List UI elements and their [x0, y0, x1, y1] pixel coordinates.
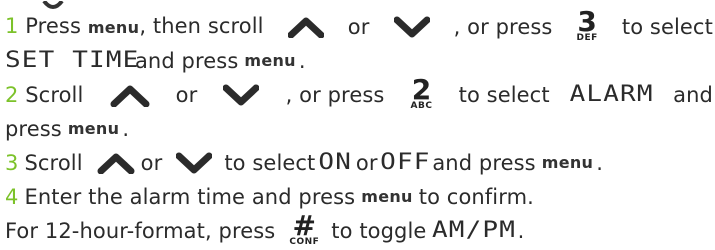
menu-key-label: menu	[244, 51, 296, 70]
step-text: and press	[134, 49, 239, 73]
step-text: or	[175, 83, 198, 107]
note-text: For 12-hour-format, press	[5, 219, 276, 243]
step-text: , then scroll	[139, 14, 264, 38]
step-number: 4	[5, 185, 19, 209]
step-2-line-1: 2 Scroll or , or press 2 ABC to select A…	[5, 73, 713, 112]
note-text: to toggle	[331, 219, 427, 243]
step-number: 1	[5, 14, 19, 38]
display-off: OFF	[379, 150, 431, 175]
step-text: to select	[458, 83, 550, 107]
chevron-up-icon	[287, 16, 324, 38]
step-text: or	[347, 15, 370, 39]
step-text: press	[5, 117, 62, 141]
display-word: AM/PM	[432, 218, 517, 243]
step-3-line: 3 Scroll or to select ON or OFF and pres…	[5, 146, 713, 180]
step-text: , or press	[453, 15, 553, 39]
menu-key-label: menu	[541, 153, 594, 172]
punctuation: .	[122, 117, 130, 141]
format-note-line: For 12-hour-format, press # CONF to togg…	[5, 209, 713, 248]
step-text: Scroll	[25, 83, 84, 107]
menu-key-label: menu	[67, 119, 120, 138]
step-text: , or press	[285, 83, 385, 107]
step-text: to select	[621, 15, 713, 39]
step-text: Scroll	[24, 151, 83, 175]
key-3-icon: 3 DEF	[576, 5, 598, 44]
step-text: or	[355, 151, 378, 175]
step-text: to confirm.	[418, 185, 534, 209]
chevron-down-icon	[223, 84, 260, 106]
step-text: and press	[432, 151, 536, 175]
step-text: or	[140, 151, 163, 175]
chevron-down-icon	[393, 16, 430, 38]
step-number: 3	[5, 151, 19, 175]
step-number: 2	[5, 83, 19, 107]
punctuation: .	[596, 151, 604, 175]
display-on: ON	[318, 150, 353, 175]
step-4-line: 4 Enter the alarm time and press menu to…	[5, 180, 713, 214]
instruction-document: 1 Press menu, then scroll or , or press …	[5, 0, 713, 248]
menu-key-label: menu	[361, 187, 413, 206]
chevron-up-icon	[110, 83, 150, 107]
step-text: to select	[224, 151, 316, 175]
key-2-icon: 2 ABC	[410, 73, 433, 112]
punctuation: .	[298, 49, 306, 73]
key-hash-icon: # CONF	[289, 209, 320, 248]
punctuation: .	[517, 219, 525, 243]
step-text: and	[673, 83, 713, 107]
step-1-line-1: 1 Press menu, then scroll or , or press …	[5, 5, 713, 44]
menu-key-label: menu	[87, 18, 140, 37]
display-word: ALARM	[569, 82, 654, 107]
step-2-line-2: press menu .	[5, 112, 713, 146]
step-1-line-2: SET TIME and press menu .	[5, 44, 713, 78]
chevron-down-icon	[176, 152, 213, 174]
display-word: SET TIME	[5, 48, 140, 73]
chevron-up-icon	[97, 152, 135, 174]
step-text: Press	[25, 14, 82, 38]
